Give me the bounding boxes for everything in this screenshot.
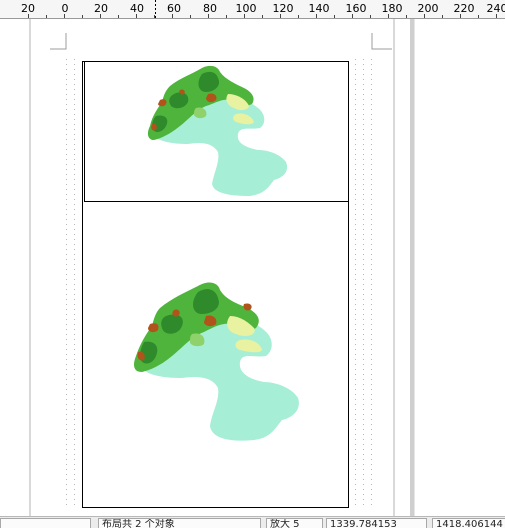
ruler-label: 60 (167, 2, 181, 15)
ruler-label: 40 (130, 2, 144, 15)
map-top[interactable] (140, 64, 290, 198)
ruler-label: 120 (273, 2, 294, 15)
ruler-label: 20 (94, 2, 108, 15)
ruler-label: 220 (454, 2, 475, 15)
map-bottom[interactable] (126, 280, 302, 444)
ruler-label: 140 (309, 2, 330, 15)
ruler-label: 200 (418, 2, 439, 15)
horizontal-ruler[interactable]: 20 0 20 40 60 80 100 120 140 160 180 200… (0, 0, 505, 19)
ruler-label: 20 (21, 2, 35, 15)
ruler-label: 0 (62, 2, 69, 15)
right-panel (414, 19, 505, 516)
status-bar: 布局共 2 个对象 放大 5 1339.784153 1418.406144 (0, 516, 505, 528)
ruler-label: 240 (487, 2, 505, 15)
ruler-label: 160 (346, 2, 367, 15)
ruler-label: 100 (236, 2, 257, 15)
ruler-label: 180 (382, 2, 403, 15)
ruler-label: 80 (203, 2, 217, 15)
